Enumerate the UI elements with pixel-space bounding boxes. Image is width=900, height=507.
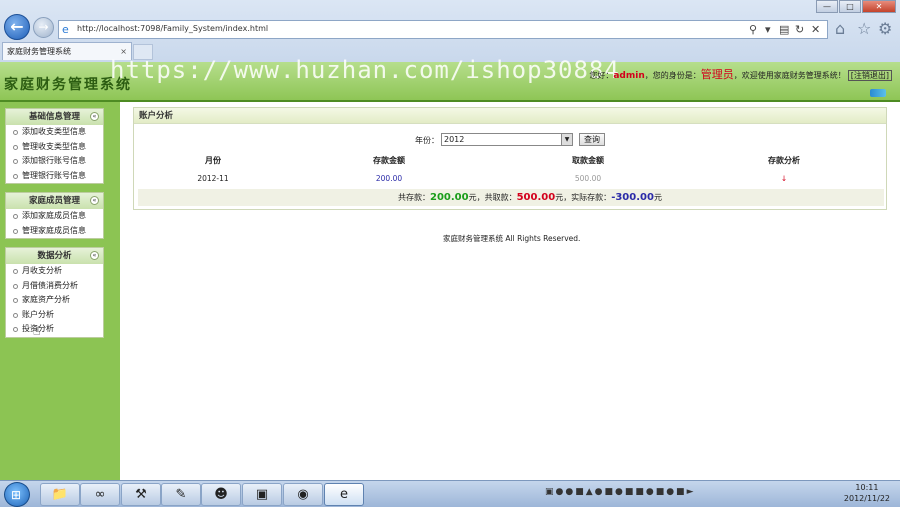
summary-actual-label: ，实际存款：	[563, 193, 612, 202]
sidebar-item-add-type[interactable]: 添加收支类型信息	[6, 125, 103, 140]
collapse-icon[interactable]: «	[90, 251, 99, 260]
sidebar-item-manage-type[interactable]: 管理收支类型信息	[6, 140, 103, 155]
col-header-deposit: 存款金额	[373, 156, 405, 165]
clock-time: 10:11	[855, 483, 879, 492]
app-banner: 家庭财务管理系统 https://www.huzhan.com/ishop308…	[0, 56, 900, 102]
maximize-button[interactable]: □	[839, 0, 861, 13]
summary-unit: 元	[468, 193, 477, 202]
taskbar: ⊞ 📁 ∞ ⚒ ✎ ☻ ▣ ◉ e ▣●●■▲●■●■■●■●■► 10:11 …	[0, 480, 900, 507]
username: admin	[613, 71, 645, 81]
tab-title: 家庭财务管理系统	[7, 47, 71, 56]
col-header-withdraw: 取款金额	[572, 156, 604, 165]
home-icon[interactable]: ⌂	[835, 19, 845, 38]
sidebar-item-manage-member[interactable]: 管理家庭成员信息	[6, 224, 103, 239]
chrome-task-icon[interactable]: ◉	[283, 483, 323, 506]
year-label: 年份：	[415, 136, 439, 145]
browser-chrome: — □ ✕ ← → e http://localhost:7098/Family…	[0, 0, 900, 62]
sidebar-item-add-account[interactable]: 添加银行账号信息	[6, 154, 103, 169]
menu-group-title: 家庭成员管理	[28, 196, 80, 206]
dropdown-arrow-icon[interactable]: ▾	[765, 23, 771, 36]
gear-icon[interactable]: ⚙	[878, 19, 892, 38]
sidebar-item-add-member[interactable]: 添加家庭成员信息	[6, 209, 103, 224]
query-button[interactable]: 查询	[579, 133, 605, 146]
menu-group-analysis: 数据分析 « 月收支分析 月借债消费分析 家庭资产分析 账户分析 投资分析	[5, 247, 104, 338]
sidebar-item-debt[interactable]: 月借债消费分析	[6, 279, 103, 294]
address-url: http://localhost:7098/Family_System/inde…	[77, 24, 269, 33]
web-page: 家庭财务管理系统 https://www.huzhan.com/ishop308…	[0, 56, 900, 480]
welcome-suffix: ，欢迎使用家庭财务管理系统！	[733, 71, 846, 80]
sidebar-item-monthly[interactable]: 月收支分析	[6, 264, 103, 279]
favorites-star-icon[interactable]: ☆	[857, 19, 871, 38]
compat-view-icon[interactable]: ▤	[779, 23, 789, 36]
start-button[interactable]: ⊞	[4, 482, 30, 507]
explorer-task-icon[interactable]: 📁	[40, 483, 80, 506]
footer-copyright: 家庭财务管理系统 All Rights Reserved.	[443, 234, 581, 243]
cell-deposit: 200.00	[375, 174, 403, 183]
hand-cursor-icon: ☝	[33, 324, 41, 338]
trend-down-icon: ↓	[780, 174, 788, 183]
cell-month: 2012-11	[197, 174, 229, 183]
menu-group-basic: 基础信息管理 « 添加收支类型信息 管理收支类型信息 添加银行账号信息 管理银行账…	[5, 108, 104, 184]
windows-logo-icon: ⊞	[11, 488, 22, 502]
welcome-text: 您好：admin，您的身份是：管理员，欢迎使用家庭财务管理系统！ [注销退出]	[589, 66, 892, 82]
qq-task-icon[interactable]: ☻	[201, 483, 241, 506]
watermark: https://www.huzhan.com/ishop30884	[110, 56, 620, 84]
menu-group-header[interactable]: 数据分析 «	[6, 248, 103, 264]
summary-unit: 元	[555, 193, 564, 202]
refresh-icon[interactable]: ↻	[795, 23, 804, 36]
system-tray-icons[interactable]: ▣●●■▲●■●■■●■●■►	[545, 487, 696, 497]
clock-date: 2012/11/22	[843, 494, 890, 503]
summary-unit: 元	[653, 193, 662, 202]
notes-task-icon[interactable]: ▣	[242, 483, 282, 506]
menu-group-members: 家庭成员管理 « 添加家庭成员信息 管理家庭成员信息	[5, 192, 104, 239]
role-prefix: ，您的身份是：	[644, 71, 701, 80]
app-task-icon[interactable]: ∞	[80, 483, 120, 506]
sidebar-toggle-icon[interactable]	[870, 89, 886, 97]
forward-button[interactable]: →	[33, 17, 54, 38]
chevron-down-icon[interactable]: ▼	[561, 134, 572, 145]
summary-text: 共存款：200.00元，共取款：500.00元，实际存款：-300.00元	[398, 189, 662, 206]
sidebar-item-manage-account[interactable]: 管理银行账号信息	[6, 169, 103, 184]
user-role: 管理员	[700, 68, 734, 81]
logout-link[interactable]: [注销退出]	[847, 70, 892, 81]
summary-actual-value: -300.00	[611, 192, 654, 203]
account-analysis-panel: 账户分析 年份： 2012 ▼ 查询 月份 存款金额 取款金额 存款分析 2012…	[133, 107, 887, 210]
ie-task-icon[interactable]: e	[324, 483, 364, 506]
address-bar[interactable]: e http://localhost:7098/Family_System/in…	[58, 20, 828, 39]
menu-group-title: 基础信息管理	[28, 112, 80, 122]
summary-deposit-value: 200.00	[430, 192, 469, 203]
menu-group-header[interactable]: 家庭成员管理 «	[6, 193, 103, 209]
summary-row: 共存款：200.00元，共取款：500.00元，实际存款：-300.00元	[138, 189, 884, 206]
summary-withdraw-label: ，共取款：	[476, 193, 517, 202]
collapse-icon[interactable]: «	[90, 112, 99, 121]
welcome-prefix: 您好：	[589, 71, 614, 80]
summary-withdraw-value: 500.00	[516, 192, 556, 203]
minimize-button[interactable]: —	[816, 0, 838, 13]
tool-task-icon[interactable]: ⚒	[121, 483, 161, 506]
banner-divider	[0, 100, 900, 102]
year-value: 2012	[444, 135, 465, 144]
panel-title: 账户分析	[134, 108, 886, 124]
cell-withdraw: 500.00	[574, 174, 602, 183]
ie-page-icon: e	[62, 23, 69, 36]
search-icon[interactable]: ⚲	[749, 23, 757, 36]
sidebar-item-assets[interactable]: 家庭资产分析	[6, 293, 103, 308]
sidebar-item-investment[interactable]: 投资分析	[6, 322, 103, 337]
editor-task-icon[interactable]: ✎	[161, 483, 201, 506]
back-button[interactable]: ←	[4, 14, 30, 40]
col-header-month: 月份	[205, 156, 221, 165]
close-window-button[interactable]: ✕	[862, 0, 896, 13]
window-controls: — □ ✕	[816, 0, 896, 14]
menu-group-header[interactable]: 基础信息管理 «	[6, 109, 103, 125]
collapse-icon[interactable]: «	[90, 196, 99, 205]
sidebar: 基础信息管理 « 添加收支类型信息 管理收支类型信息 添加银行账号信息 管理银行账…	[0, 102, 120, 480]
year-select[interactable]: 2012 ▼	[441, 133, 573, 146]
menu-group-title: 数据分析	[37, 251, 72, 261]
summary-deposit-label: 共存款：	[398, 193, 430, 202]
stop-icon[interactable]: ✕	[811, 23, 820, 36]
clock[interactable]: 10:11 2012/11/22	[844, 482, 890, 504]
sidebar-item-account-analysis[interactable]: 账户分析	[6, 308, 103, 323]
col-header-trend: 存款分析	[768, 156, 800, 165]
